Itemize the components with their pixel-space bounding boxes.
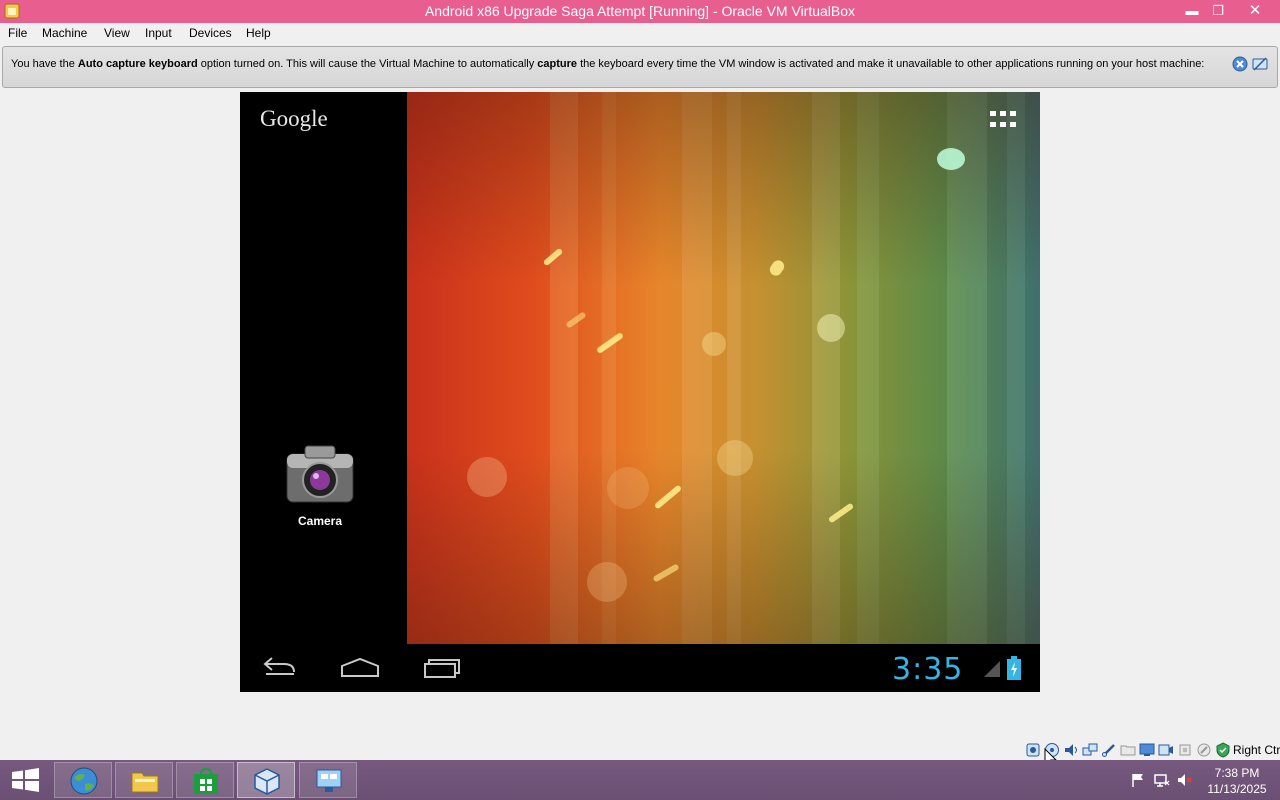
- all-apps-icon[interactable]: [990, 111, 1018, 131]
- action-center-flag-icon[interactable]: [1130, 772, 1146, 788]
- infobar-bold-1: Auto capture keyboard: [77, 58, 198, 70]
- menu-input[interactable]: Input: [145, 26, 172, 40]
- system-clock[interactable]: 7:38 PM 11/13/2025: [1206, 765, 1268, 797]
- network-status-icon[interactable]: [1082, 742, 1098, 758]
- battery-charging-icon: [1007, 656, 1021, 680]
- host-key-label: Right Ctrl: [1233, 743, 1280, 757]
- window-titlebar: Android x86 Upgrade Saga Attempt [Runnin…: [0, 0, 1280, 23]
- infobar-text-2: option turned on. This will cause the Vi…: [197, 58, 538, 70]
- wallpaper-bokeh: [717, 440, 753, 476]
- windows-taskbar: 7:38 PM 11/13/2025: [0, 760, 1280, 800]
- restore-button[interactable]: ❐: [1206, 1, 1230, 21]
- signal-icon: [984, 661, 1000, 677]
- wallpaper-bokeh: [702, 332, 726, 356]
- store-bag-icon: [194, 767, 218, 794]
- google-search-label[interactable]: Google: [260, 106, 328, 132]
- menu-help[interactable]: Help: [246, 26, 271, 40]
- menu-machine[interactable]: Machine: [42, 26, 87, 40]
- taskbar-store-button[interactable]: [176, 762, 234, 798]
- wallpaper-shade: [407, 92, 1040, 644]
- camera-app-icon[interactable]: [285, 444, 355, 506]
- mouse-integration-status-icon[interactable]: [1196, 742, 1212, 758]
- android-wallpaper: [407, 92, 1040, 644]
- menu-file[interactable]: File: [8, 26, 27, 40]
- system-time: 7:38 PM: [1214, 766, 1260, 780]
- android-clock[interactable]: 3:35: [892, 652, 963, 687]
- taskbar-browser-button[interactable]: [54, 762, 112, 798]
- taskbar-control-panel-button[interactable]: [299, 762, 357, 798]
- infobar-text-1: You have the: [11, 58, 78, 70]
- infobar-bold-2: capture: [537, 58, 578, 70]
- back-icon[interactable]: [260, 656, 300, 680]
- menu-bar: File Machine View Input Devices Help: [0, 23, 1280, 44]
- android-sidebar: Google Camera: [240, 92, 407, 644]
- volume-muted-icon[interactable]: [1177, 772, 1193, 788]
- dont-show-again-icon[interactable]: [1252, 56, 1268, 72]
- video-capture-status-icon[interactable]: [1158, 742, 1174, 758]
- display-status-icon[interactable]: [1139, 742, 1155, 758]
- menu-devices[interactable]: Devices: [189, 26, 232, 40]
- network-tray-icon[interactable]: [1154, 772, 1170, 788]
- menu-view[interactable]: View: [104, 26, 130, 40]
- control-panel-icon: [316, 769, 342, 792]
- close-button[interactable]: ✕: [1232, 1, 1278, 21]
- wallpaper-bokeh: [817, 314, 845, 342]
- window-title: Android x86 Upgrade Saga Attempt [Runnin…: [424, 3, 856, 19]
- close-infobar-icon[interactable]: [1232, 56, 1248, 72]
- shared-folders-status-icon[interactable]: [1120, 742, 1136, 758]
- home-icon[interactable]: [340, 656, 380, 680]
- android-nav-bar: 3:35: [240, 644, 1040, 692]
- system-date: 11/13/2025: [1207, 782, 1267, 796]
- wallpaper-bokeh: [587, 562, 627, 602]
- virtualbox-cube-icon: [254, 768, 280, 795]
- recent-apps-icon[interactable]: [421, 656, 461, 680]
- folder-icon: [131, 772, 159, 793]
- infobar-text-3: the keyboard every time the VM window is…: [577, 58, 1205, 70]
- windows-start-icon[interactable]: [0, 760, 52, 800]
- globe-icon: [70, 767, 98, 795]
- audio-status-icon[interactable]: [1063, 742, 1079, 758]
- keyboard-capture-infobar: You have the Auto capture keyboard optio…: [2, 46, 1278, 88]
- minimize-button[interactable]: ▬: [1180, 1, 1204, 21]
- taskbar-virtualbox-button[interactable]: [237, 762, 295, 798]
- wallpaper-bokeh: [607, 467, 649, 509]
- wallpaper-bokeh: [937, 148, 965, 170]
- wallpaper-bokeh: [467, 457, 507, 497]
- usb-status-icon[interactable]: [1101, 742, 1117, 758]
- vm-display[interactable]: Google Camera 3:35: [240, 92, 1040, 692]
- cpu-status-icon[interactable]: [1177, 742, 1193, 758]
- infobar-message: You have the Auto capture keyboard optio…: [11, 58, 1204, 70]
- camera-app-label[interactable]: Camera: [260, 514, 380, 528]
- taskbar-explorer-button[interactable]: [115, 762, 173, 798]
- hard-disk-status-icon[interactable]: [1025, 742, 1041, 758]
- keyboard-capture-status-icon[interactable]: [1215, 742, 1231, 758]
